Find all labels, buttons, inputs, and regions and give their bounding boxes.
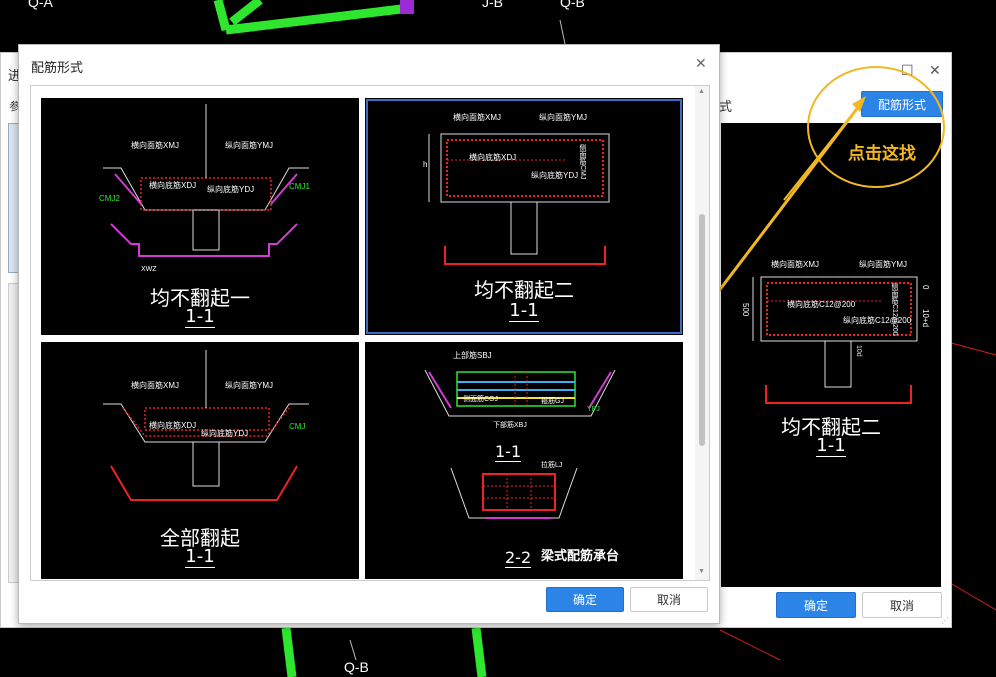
option-tile-beam-cap[interactable]: 上部筋SBJ 侧面筋CGJ 箍筋GJ 下部筋XBJ YPJ 拉筋LJ 1-1 2…: [365, 342, 683, 579]
label-bot-v: 纵向底筋YDJ: [207, 185, 255, 194]
dialog-title: 配筋形式: [31, 60, 84, 75]
label-cmj2: CMJ2: [99, 194, 120, 203]
label-top-v: 纵向面筋YMJ: [225, 381, 273, 390]
option-section: 1-1: [365, 300, 683, 322]
label-lower: 下部筋XBJ: [493, 422, 527, 429]
cancel-button[interactable]: 取消: [630, 587, 708, 612]
label-bot-v: 纵向底筋YDJ: [531, 171, 579, 180]
scroll-thumb[interactable]: [699, 214, 705, 446]
rebar-form-dialog: 配筋形式 ✕ 横向面筋XMJ 纵向面筋YMJ 横向底筋XDJ 纵向底筋YDJ C…: [18, 44, 720, 624]
option-caption: 均不翻起二: [474, 278, 574, 302]
label-top-v: 纵向面筋YMJ: [539, 113, 587, 122]
label-top-h: 横向面筋XMJ: [453, 113, 501, 122]
option-tile-uniform-flat-1[interactable]: 横向面筋XMJ 纵向面筋YMJ 横向底筋XDJ 纵向底筋YDJ CMJ2 CMJ…: [41, 98, 359, 335]
section-bottom-label: 2-2: [505, 548, 532, 568]
label-top-h: 横向面筋XMJ: [131, 381, 179, 390]
section-bottom-wrap: 2-2: [505, 548, 532, 568]
callout-text: 点击这找: [848, 144, 916, 164]
gallery-scrollbar[interactable]: ▲ ▼: [695, 86, 709, 580]
label-bot-v: 纵向底筋YDJ: [201, 429, 249, 438]
label-bot-h: 横向底筋XDJ: [149, 421, 197, 430]
rebar-form-gallery: 横向面筋XMJ 纵向面筋YMJ 横向底筋XDJ 纵向底筋YDJ CMJ2 CMJ…: [30, 85, 710, 581]
label-bot-h: 横向底筋XDJ: [149, 181, 197, 190]
scroll-up-icon[interactable]: ▲: [698, 88, 705, 95]
scroll-down-icon[interactable]: ▼: [698, 568, 705, 575]
option-section-label: 1-1: [185, 306, 215, 328]
label-cmj: CMJ: [289, 422, 306, 431]
label-xwz: XWZ: [141, 266, 157, 273]
label-bot-h: 横向底筋XDJ: [469, 153, 517, 162]
label-stirrup: 箍筋GJ: [541, 398, 564, 405]
ok-button[interactable]: 确定: [546, 587, 624, 612]
option-section: 1-1: [41, 546, 359, 568]
diagram-beam-cap: [424, 369, 616, 519]
close-icon[interactable]: ✕: [695, 55, 707, 72]
label-top-v: 纵向面筋YMJ: [225, 141, 273, 150]
option-tile-all-bent[interactable]: 横向面筋XMJ 纵向面筋YMJ 横向底筋XDJ 纵向底筋YDJ CMJ 全部翻起…: [41, 342, 359, 579]
option-tile-uniform-flat-2[interactable]: 横向面筋XMJ 纵向面筋YMJ 横向底筋XDJ 纵向底筋YDJ 侧面筋CMJ h…: [365, 98, 683, 335]
label-side: 侧面筋CMJ: [579, 144, 586, 180]
label-top-h: 横向面筋XMJ: [131, 141, 179, 150]
option-section-label: 1-1: [185, 546, 215, 568]
label-dim-h: h: [423, 160, 428, 169]
section-top-label: 1-1: [495, 442, 522, 462]
section-top-wrap: 1-1: [495, 442, 522, 462]
label-side: 侧面筋CGJ: [463, 396, 498, 403]
callout-ellipse: [807, 66, 945, 188]
label-hook: 拉筋LJ: [541, 462, 563, 469]
option-section-label: 1-1: [509, 300, 539, 322]
arrow-head-top-icon: [852, 96, 866, 112]
option-section: 1-1: [41, 306, 359, 328]
label-ypj: YPJ: [587, 406, 600, 413]
option-caption: 梁式配筋承台: [541, 549, 620, 564]
label-cmj1: CMJ1: [289, 182, 310, 191]
label-upper: 上部筋SBJ: [453, 351, 492, 360]
